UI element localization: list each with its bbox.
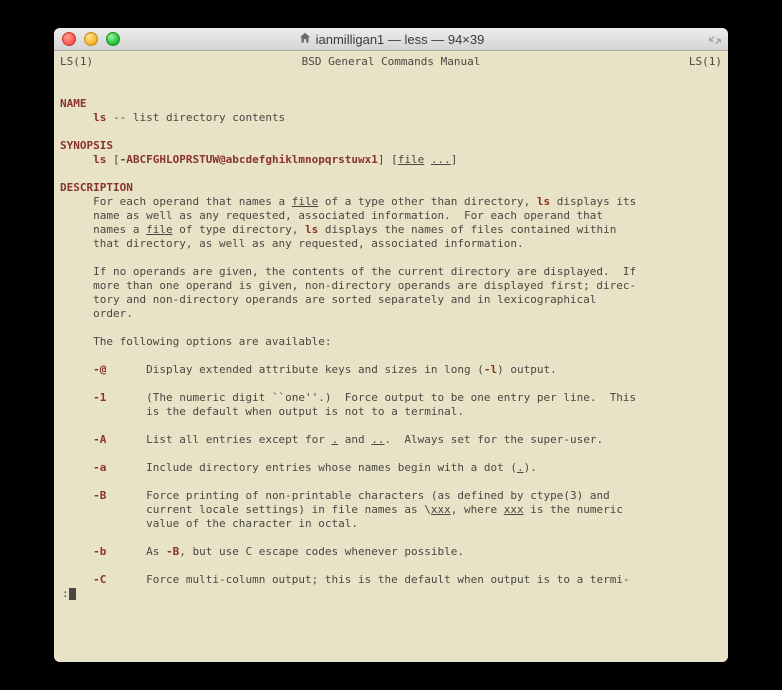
opt-A-a: List all entries except for xyxy=(106,433,331,446)
opt-B-xxx2: xxx xyxy=(504,503,524,516)
desc-ls2: ls xyxy=(305,223,318,236)
synopsis-ellipsis: ... xyxy=(431,153,451,166)
desc-p1b: of a type other than directory, xyxy=(318,195,537,208)
opt-C-flag: -C xyxy=(93,573,106,586)
opt-a-flag: -a xyxy=(93,461,106,474)
opt-B-xxx1: xxx xyxy=(431,503,451,516)
terminal-content[interactable]: LS(1) BSD General Commands Manual LS(1) NA… xyxy=(54,51,728,662)
section-description: DESCRIPTION xyxy=(60,181,133,194)
cursor xyxy=(69,588,76,600)
desc-ls1: ls xyxy=(537,195,550,208)
opt-C-text: Force multi-column output; this is the d… xyxy=(106,573,629,586)
opt-1-flag: -1 xyxy=(93,391,106,404)
desc-p1d: of type directory, xyxy=(173,223,305,236)
desc-file2: file xyxy=(146,223,173,236)
zoom-button[interactable] xyxy=(106,32,120,46)
name-desc: -- list directory contents xyxy=(106,111,285,124)
synopsis-cmd: ls xyxy=(93,153,106,166)
minimize-button[interactable] xyxy=(84,32,98,46)
home-icon xyxy=(298,31,312,48)
opt-A-c: . Always set for the super-user. xyxy=(385,433,604,446)
desc-p1a: For each operand that names a xyxy=(60,195,292,208)
opt-b-B: -B xyxy=(166,545,179,558)
opt-b-a: As xyxy=(106,545,166,558)
section-name: NAME xyxy=(60,97,87,110)
opt-a-dot: . xyxy=(517,461,524,474)
opt-A-dotdot: .. xyxy=(371,433,384,446)
name-cmd: ls xyxy=(93,111,106,124)
header-right: LS(1) xyxy=(689,55,722,69)
opt-A-b: and xyxy=(338,433,371,446)
opt-b-flag: -b xyxy=(93,545,106,558)
terminal-window: ianmilligan1 — less — 94×39 LS(1) BSD Gen… xyxy=(54,28,728,662)
prompt-char: : xyxy=(62,587,69,601)
opt-at-l: -l xyxy=(484,363,497,376)
opt-1-text: (The numeric digit ``one''.) Force outpu… xyxy=(60,391,636,418)
window-title: ianmilligan1 — less — 94×39 xyxy=(54,31,728,48)
header-left: LS(1) xyxy=(60,55,93,69)
section-synopsis: SYNOPSIS xyxy=(60,139,113,152)
opt-B-flag: -B xyxy=(93,489,106,502)
close-button[interactable] xyxy=(62,32,76,46)
desc-file1: file xyxy=(292,195,319,208)
opt-b-b: , but use C escape codes whenever possib… xyxy=(179,545,464,558)
window-title-text: ianmilligan1 — less — 94×39 xyxy=(316,32,485,47)
opt-a-a: Include directory entries whose names be… xyxy=(106,461,517,474)
opt-at-a: Display extended attribute keys and size… xyxy=(106,363,484,376)
desc-p2: If no operands are given, the contents o… xyxy=(60,265,636,320)
opt-B-b: , where xyxy=(451,503,504,516)
traffic-lights xyxy=(54,32,120,46)
desc-p3: The following options are available: xyxy=(60,335,332,348)
opt-a-b: ). xyxy=(524,461,537,474)
header-center: BSD General Commands Manual xyxy=(302,55,481,69)
synopsis-file: file xyxy=(398,153,425,166)
opt-at-b: ) output. xyxy=(497,363,557,376)
less-prompt[interactable]: : xyxy=(60,587,722,601)
man-header: LS(1) BSD General Commands Manual LS(1) xyxy=(60,55,722,69)
synopsis-flags: -ABCFGHLOPRSTUW@abcdefghiklmnopqrstuwx1 xyxy=(120,153,378,166)
opt-A-flag: -A xyxy=(93,433,106,446)
fullscreen-icon[interactable] xyxy=(708,32,722,46)
opt-at-flag: -@ xyxy=(93,363,106,376)
titlebar[interactable]: ianmilligan1 — less — 94×39 xyxy=(54,28,728,51)
